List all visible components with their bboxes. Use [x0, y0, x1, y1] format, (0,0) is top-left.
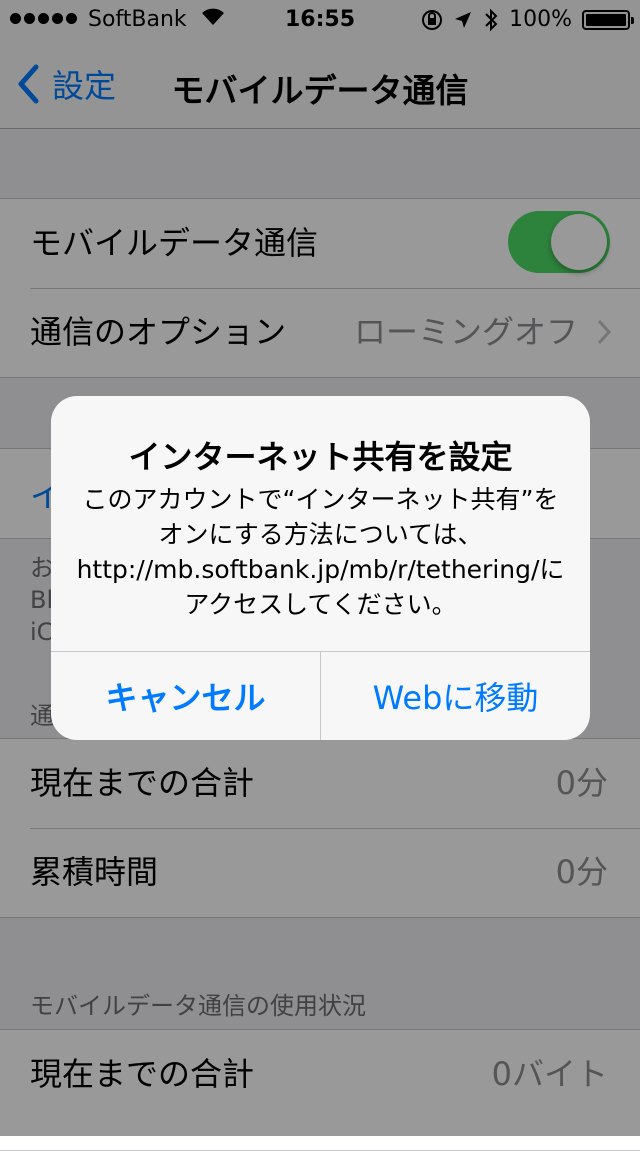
- open-web-button[interactable]: Webに移動: [321, 652, 590, 740]
- alert-title: インターネット共有を設定: [128, 438, 513, 476]
- alert-buttons: キャンセル Webに移動: [51, 651, 590, 740]
- alert-dialog: インターネット共有を設定 このアカウントで“インターネット共有”をオンにする方法…: [51, 396, 590, 740]
- cancel-button[interactable]: キャンセル: [51, 652, 321, 740]
- alert-message: このアカウントで“インターネット共有”をオンにする方法については、http://…: [76, 485, 565, 619]
